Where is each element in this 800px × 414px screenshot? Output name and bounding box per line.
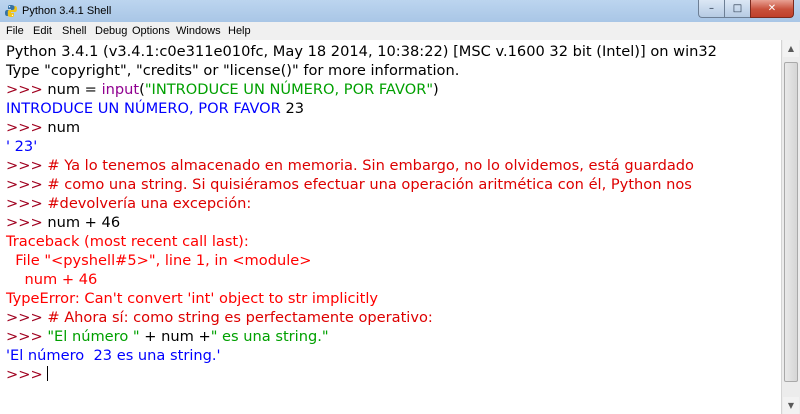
shell-prompt: >>> bbox=[6, 309, 48, 326]
menu-options[interactable]: Options bbox=[132, 24, 170, 38]
shell-prompt: >>> bbox=[6, 195, 48, 212]
menu-shell[interactable]: Shell bbox=[62, 24, 86, 38]
comment-line: >>> #devolvería una excepción: bbox=[6, 194, 251, 213]
code-line: >>> num bbox=[6, 118, 80, 137]
error-message-line: TypeError: Can't convert 'int' object to… bbox=[6, 290, 379, 307]
menu-debug[interactable]: Debug bbox=[95, 24, 127, 38]
vertical-scrollbar[interactable]: ▲ ▼ bbox=[781, 40, 800, 414]
code-text: num bbox=[47, 119, 81, 136]
text-cursor bbox=[47, 366, 49, 381]
menu-edit[interactable]: Edit bbox=[33, 24, 52, 38]
string-literal: " es una string." bbox=[210, 328, 329, 345]
result-line: 'El número 23 es una string.' bbox=[6, 347, 221, 364]
comment-text: # Ahora sí: como string es perfectamente… bbox=[47, 309, 433, 326]
code-text: num + 46 bbox=[47, 214, 121, 231]
traceback-line: num + 46 bbox=[6, 271, 98, 288]
input-statement-line: >>> num = input("INTRODUCE UN NÚMERO, PO… bbox=[6, 80, 439, 99]
string-literal: "El número " bbox=[47, 328, 140, 345]
menu-help[interactable]: Help bbox=[228, 24, 251, 38]
code-line: >>> num + 46 bbox=[6, 213, 120, 232]
comment-text: #devolvería una excepción: bbox=[47, 195, 252, 212]
stdout-text: INTRODUCE UN NÚMERO, POR FAVOR bbox=[6, 100, 286, 117]
traceback-line: Traceback (most recent call last): bbox=[6, 233, 249, 250]
window-controls: – □ ✕ bbox=[698, 0, 794, 19]
banner-info-line: Type "copyright", "credits" or "license(… bbox=[6, 62, 460, 79]
python-logo-icon bbox=[5, 5, 17, 17]
close-button[interactable]: ✕ bbox=[750, 0, 794, 18]
shell-prompt: >>> bbox=[6, 119, 48, 136]
shell-prompt: >>> bbox=[6, 366, 48, 383]
builtin-name: input bbox=[101, 81, 140, 98]
banner-version-line: Python 3.4.1 (v3.4.1:c0e311e010fc, May 1… bbox=[6, 43, 717, 60]
shell-prompt: >>> bbox=[6, 81, 48, 98]
code-line: >>> "El número " + num +" es una string.… bbox=[6, 327, 329, 346]
result-line: ' 23' bbox=[6, 138, 38, 155]
scroll-down-icon[interactable]: ▼ bbox=[783, 397, 799, 414]
maximize-button[interactable]: □ bbox=[724, 0, 750, 18]
shell-prompt: >>> bbox=[6, 214, 48, 231]
active-prompt-line[interactable]: >>> bbox=[6, 365, 49, 384]
menu-file[interactable]: File bbox=[6, 24, 24, 38]
scroll-up-icon[interactable]: ▲ bbox=[783, 40, 799, 57]
shell-prompt: >>> bbox=[6, 176, 48, 193]
comment-line: >>> # como una string. Si quisiéramos ef… bbox=[6, 175, 692, 194]
title-bar[interactable]: Python 3.4.1 Shell – □ ✕ bbox=[0, 0, 800, 23]
shell-text-area[interactable]: Python 3.4.1 (v3.4.1:c0e311e010fc, May 1… bbox=[0, 40, 781, 414]
string-literal: "INTRODUCE UN NÚMERO, POR FAVOR" bbox=[144, 81, 434, 98]
idle-shell-window: Python 3.4.1 Shell – □ ✕ File Edit Shell… bbox=[0, 0, 800, 414]
comment-line: >>> # Ahora sí: como string es perfectam… bbox=[6, 308, 433, 327]
minimize-button[interactable]: – bbox=[698, 0, 724, 18]
shell-prompt: >>> bbox=[6, 328, 48, 345]
scrollbar-thumb[interactable] bbox=[784, 62, 798, 382]
code-text: + num + bbox=[139, 328, 211, 345]
menu-bar: File Edit Shell Debug Options Windows He… bbox=[0, 22, 800, 41]
comment-line: >>> # Ya lo tenemos almacenado en memori… bbox=[6, 156, 694, 175]
window-title: Python 3.4.1 Shell bbox=[22, 5, 112, 17]
comment-text: # Ya lo tenemos almacenado en memoria. S… bbox=[47, 157, 694, 174]
code-text: num = bbox=[47, 81, 102, 98]
traceback-line: File "<pyshell#5>", line 1, in <module> bbox=[6, 252, 312, 269]
menu-windows[interactable]: Windows bbox=[176, 24, 221, 38]
user-input-text: 23 bbox=[285, 100, 305, 117]
stdout-line: INTRODUCE UN NÚMERO, POR FAVOR 23 bbox=[6, 99, 304, 118]
shell-prompt: >>> bbox=[6, 157, 48, 174]
code-text: ) bbox=[433, 81, 439, 98]
comment-text: # como una string. Si quisiéramos efectu… bbox=[47, 176, 692, 193]
